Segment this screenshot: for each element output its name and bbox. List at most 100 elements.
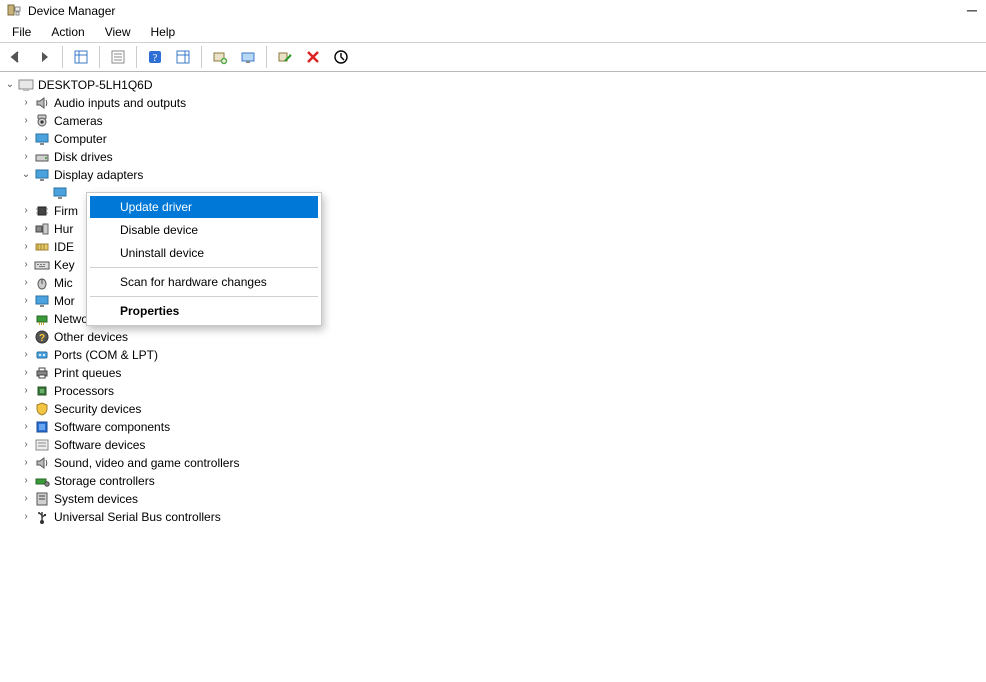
keyboard-icon xyxy=(34,257,50,273)
system-device-icon xyxy=(34,491,50,507)
tree-label: Sound, video and game controllers xyxy=(54,454,239,472)
context-item-label: Disable device xyxy=(120,223,198,237)
expand-icon[interactable]: › xyxy=(20,94,32,112)
tree-item-system[interactable]: › System devices xyxy=(4,490,986,508)
tree-label: System devices xyxy=(54,490,138,508)
display-adapter-icon xyxy=(34,167,50,183)
tree-item-other[interactable]: › ? Other devices xyxy=(4,328,986,346)
menu-help[interactable]: Help xyxy=(141,23,186,41)
tree-label: Universal Serial Bus controllers xyxy=(54,508,221,526)
tree-item-computer[interactable]: › Computer xyxy=(4,130,986,148)
context-item-label: Properties xyxy=(120,304,179,318)
action-pane-button[interactable] xyxy=(171,45,195,69)
expand-icon[interactable]: › xyxy=(20,472,32,490)
expand-icon[interactable]: › xyxy=(20,400,32,418)
scan-hardware-button[interactable] xyxy=(329,45,353,69)
tree-item-software-components[interactable]: › Software components xyxy=(4,418,986,436)
expand-icon[interactable]: › xyxy=(20,238,32,256)
tree-root[interactable]: ⌄ DESKTOP-5LH1Q6D xyxy=(4,76,986,94)
tree-item-processors[interactable]: › Processors xyxy=(4,382,986,400)
help-button[interactable]: ? xyxy=(143,45,167,69)
menu-file[interactable]: File xyxy=(2,23,41,41)
menu-bar: File Action View Help xyxy=(0,22,986,43)
ide-icon xyxy=(34,239,50,255)
expand-icon[interactable]: › xyxy=(20,490,32,508)
speaker-icon xyxy=(34,95,50,111)
expand-icon[interactable]: › xyxy=(20,148,32,166)
svg-text:?: ? xyxy=(39,333,45,344)
expand-icon[interactable]: › xyxy=(20,508,32,526)
expand-icon[interactable]: › xyxy=(20,328,32,346)
computer-icon xyxy=(18,77,34,93)
printer-icon xyxy=(34,365,50,381)
expand-icon[interactable]: › xyxy=(20,202,32,220)
tree-label: Mor xyxy=(54,292,75,310)
tree-item-software-devices[interactable]: › Software devices xyxy=(4,436,986,454)
context-uninstall-device[interactable]: Uninstall device xyxy=(90,242,318,264)
toolbar-separator xyxy=(62,46,63,68)
usb-icon xyxy=(34,509,50,525)
tree-item-usb[interactable]: › Universal Serial Bus controllers xyxy=(4,508,986,526)
enable-device-button[interactable] xyxy=(236,45,260,69)
tree-label: Other devices xyxy=(54,328,128,346)
uninstall-device-button[interactable] xyxy=(301,45,325,69)
tree-label: IDE xyxy=(54,238,74,256)
show-hide-console-tree-button[interactable] xyxy=(69,45,93,69)
expand-icon[interactable]: › xyxy=(20,310,32,328)
drive-icon xyxy=(34,149,50,165)
toolbar-separator xyxy=(201,46,202,68)
context-item-label: Update driver xyxy=(120,200,192,214)
forward-button[interactable] xyxy=(32,45,56,69)
context-item-label: Scan for hardware changes xyxy=(120,275,267,289)
tree-label: Audio inputs and outputs xyxy=(54,94,186,112)
expand-icon[interactable]: › xyxy=(20,112,32,130)
tree-label: Computer xyxy=(54,130,107,148)
expand-icon[interactable]: › xyxy=(20,382,32,400)
expand-icon[interactable]: › xyxy=(20,256,32,274)
context-scan-hardware[interactable]: Scan for hardware changes xyxy=(90,271,318,293)
update-driver-button[interactable] xyxy=(208,45,232,69)
expand-icon[interactable]: › xyxy=(20,274,32,292)
properties-button[interactable] xyxy=(106,45,130,69)
app-icon xyxy=(6,3,22,19)
display-adapter-icon xyxy=(52,185,68,201)
expand-icon[interactable]: › xyxy=(20,346,32,364)
minimize-button[interactable]: ─ xyxy=(962,2,982,18)
expand-icon[interactable]: › xyxy=(20,292,32,310)
tree-item-security[interactable]: › Security devices xyxy=(4,400,986,418)
expand-icon[interactable]: › xyxy=(20,130,32,148)
expand-icon[interactable]: › xyxy=(20,436,32,454)
speaker-icon xyxy=(34,455,50,471)
menu-action[interactable]: Action xyxy=(41,23,94,41)
collapse-icon[interactable]: ⌄ xyxy=(4,76,16,94)
tree-label: Processors xyxy=(54,382,114,400)
other-devices-icon: ? xyxy=(34,329,50,345)
disable-device-button[interactable] xyxy=(273,45,297,69)
tree-item-storage[interactable]: › Storage controllers xyxy=(4,472,986,490)
tree-item-ports[interactable]: › Ports (COM & LPT) xyxy=(4,346,986,364)
monitor-icon xyxy=(34,293,50,309)
expand-icon[interactable]: › xyxy=(20,454,32,472)
tree-item-cameras[interactable]: › Cameras xyxy=(4,112,986,130)
collapse-icon[interactable]: ⌄ xyxy=(20,166,32,184)
back-button[interactable] xyxy=(4,45,28,69)
tree-item-printq[interactable]: › Print queues xyxy=(4,364,986,382)
tree-label: Disk drives xyxy=(54,148,113,166)
hid-icon xyxy=(34,221,50,237)
tree-label: Mic xyxy=(54,274,73,292)
tree-label: Firm xyxy=(54,202,78,220)
context-disable-device[interactable]: Disable device xyxy=(90,219,318,241)
expand-icon[interactable]: › xyxy=(20,418,32,436)
expand-icon[interactable]: › xyxy=(20,220,32,238)
expand-icon[interactable]: › xyxy=(20,364,32,382)
context-item-label: Uninstall device xyxy=(120,246,204,260)
tree-item-sound[interactable]: › Sound, video and game controllers xyxy=(4,454,986,472)
tree-item-disk[interactable]: › Disk drives xyxy=(4,148,986,166)
menu-view[interactable]: View xyxy=(95,23,141,41)
context-properties[interactable]: Properties xyxy=(90,300,318,322)
tree-item-display[interactable]: ⌄ Display adapters xyxy=(4,166,986,184)
tree-label: Hur xyxy=(54,220,73,238)
tree-label: Software components xyxy=(54,418,170,436)
context-update-driver[interactable]: Update driver xyxy=(90,196,318,218)
tree-item-audio[interactable]: › Audio inputs and outputs xyxy=(4,94,986,112)
